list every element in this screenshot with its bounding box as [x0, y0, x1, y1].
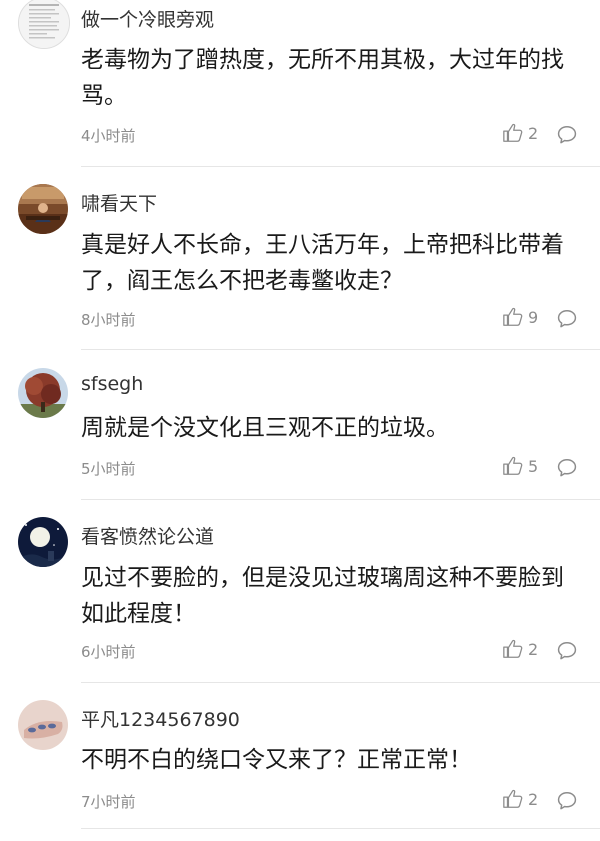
- comment-text: 不明不白的绕口令又来了？正常正常！: [81, 747, 472, 773]
- avatar[interactable]: [18, 184, 68, 234]
- comment-item: 平凡1234567890 不明不白的绕口令又来了？正常正常！ 7小时前 2: [0, 683, 600, 841]
- comment-text: 老毒物为了蹭热度，无所不用其极，大过年的找骂。: [81, 47, 564, 109]
- thumbs-up-icon: [503, 639, 523, 658]
- comment-time: 8小时前: [81, 311, 136, 329]
- comment-time: 4小时前: [81, 127, 136, 145]
- comment-username[interactable]: 做一个冷眼旁观: [81, 5, 214, 32]
- comment-username[interactable]: 平凡1234567890: [81, 705, 240, 732]
- speech-bubble-icon: [557, 792, 577, 810]
- comment-username[interactable]: 啸看天下: [81, 189, 157, 216]
- document-thumbnail-avatar-image: [19, 0, 69, 48]
- avatar[interactable]: [18, 0, 70, 49]
- thumbs-up-icon: [503, 307, 523, 326]
- like-count: 5: [528, 456, 539, 476]
- comment-text: 周就是个没文化且三观不正的垃圾。: [81, 415, 449, 441]
- like-count: 2: [528, 639, 539, 659]
- tree-photo-avatar-image: [18, 368, 68, 418]
- reply-button[interactable]: [556, 308, 578, 330]
- divider: [81, 828, 600, 829]
- like-count: 2: [528, 123, 539, 143]
- reply-button[interactable]: [556, 640, 578, 662]
- avatar[interactable]: [18, 368, 68, 418]
- avatar[interactable]: [18, 517, 68, 567]
- like-button[interactable]: 2: [502, 122, 538, 144]
- comment-username[interactable]: 看客愤然论公道: [81, 522, 214, 549]
- comment-item: 看客愤然论公道 见过不要脸的，但是没见过玻璃周这种不要脸到如此程度！ 6小时前 …: [0, 500, 600, 683]
- like-button[interactable]: 5: [502, 455, 538, 477]
- comment-item: 做一个冷眼旁观 老毒物为了蹭热度，无所不用其极，大过年的找骂。 4小时前 2: [0, 0, 600, 167]
- comment-username[interactable]: sfsegh: [81, 373, 143, 395]
- hand-photo-avatar-image: [18, 700, 68, 750]
- speech-bubble-icon: [557, 459, 577, 477]
- comment-item: 啸看天下 真是好人不长命，王八活万年，上帝把科比带着了，阎王怎么不把老毒鳖收走？…: [0, 167, 600, 350]
- reply-button[interactable]: [556, 790, 578, 812]
- comment-text: 见过不要脸的，但是没见过玻璃周这种不要脸到如此程度！: [81, 565, 564, 627]
- reply-button[interactable]: [556, 124, 578, 146]
- speech-bubble-icon: [557, 126, 577, 144]
- like-button[interactable]: 2: [502, 788, 538, 810]
- thumbs-up-icon: [503, 789, 523, 808]
- reply-button[interactable]: [556, 457, 578, 479]
- comment-time: 5小时前: [81, 460, 136, 478]
- office-photo-avatar-image: [18, 184, 68, 234]
- night-moon-avatar-image: [18, 517, 68, 567]
- speech-bubble-icon: [557, 642, 577, 660]
- comment-item: sfsegh 周就是个没文化且三观不正的垃圾。 5小时前 5: [0, 350, 600, 500]
- like-count: 9: [528, 307, 539, 327]
- like-button[interactable]: 9: [502, 306, 538, 328]
- comment-text: 真是好人不长命，王八活万年，上帝把科比带着了，阎王怎么不把老毒鳖收走？: [81, 232, 564, 294]
- avatar[interactable]: [18, 700, 68, 750]
- speech-bubble-icon: [557, 310, 577, 328]
- thumbs-up-icon: [503, 456, 523, 475]
- thumbs-up-icon: [503, 123, 523, 142]
- comment-time: 6小时前: [81, 643, 136, 661]
- comment-time: 7小时前: [81, 793, 136, 811]
- like-button[interactable]: 2: [502, 638, 538, 660]
- like-count: 2: [528, 789, 539, 809]
